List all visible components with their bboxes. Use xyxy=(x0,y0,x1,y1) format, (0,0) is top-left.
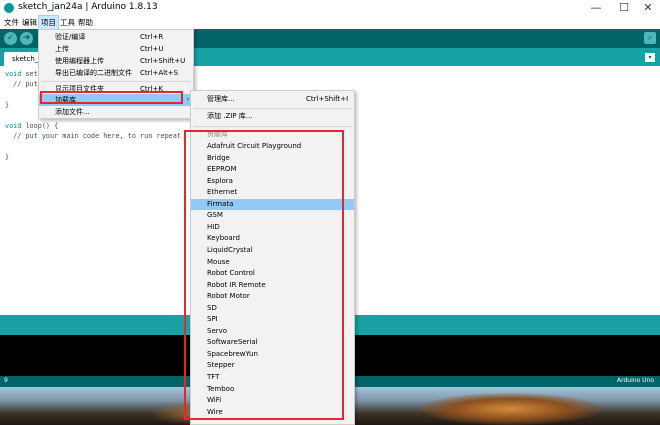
annotation-highlight-include-library xyxy=(40,91,183,104)
board-name: Arduino Uno xyxy=(617,377,654,384)
menu-file[interactable]: 文件 xyxy=(2,16,21,29)
menu-item-verify[interactable]: 验证/编译 Ctrl+R xyxy=(39,31,193,43)
arduino-app-icon xyxy=(4,3,14,13)
menu-item-export-binary[interactable]: 导出已编译的二进制文件 Ctrl+Alt+S xyxy=(39,67,193,79)
close-button[interactable]: ✕ xyxy=(638,1,658,14)
serial-monitor-icon[interactable]: ⌕ xyxy=(644,32,656,44)
code-keyword: void xyxy=(5,70,22,78)
menu-bar: 文件 编辑 项目 工具 帮助 xyxy=(0,15,660,30)
menu-separator xyxy=(193,126,352,127)
annotation-highlight-library-list xyxy=(184,130,344,420)
menu-separator xyxy=(193,108,352,109)
line-number: 9 xyxy=(4,377,8,384)
menu-help[interactable]: 帮助 xyxy=(76,16,95,29)
code-text: loop() { xyxy=(21,122,59,130)
menu-item-add-zip[interactable]: 添加 .ZIP 库... xyxy=(191,111,354,123)
window-title: sketch_jan24a | Arduino 1.8.13 xyxy=(18,2,158,12)
menu-item-upload-programmer[interactable]: 使用编程器上传 Ctrl+Shift+U xyxy=(39,55,193,67)
menu-separator xyxy=(41,81,191,82)
maximize-button[interactable]: ☐ xyxy=(614,1,634,14)
code-line: } xyxy=(5,101,10,109)
minimize-button[interactable]: — xyxy=(586,1,606,14)
code-line: // put xyxy=(5,80,38,88)
menu-edit[interactable]: 编辑 xyxy=(20,16,39,29)
menu-item-upload[interactable]: 上传 Ctrl+U xyxy=(39,43,193,55)
upload-button[interactable]: ➜ xyxy=(20,32,33,45)
code-keyword: void xyxy=(5,122,22,130)
project-menu-dropdown: 验证/编译 Ctrl+R 上传 Ctrl+U 使用编程器上传 Ctrl+Shift+U… xyxy=(38,29,194,119)
code-line: void loop() { xyxy=(5,122,58,130)
code-line: void set xyxy=(5,70,38,78)
menu-project[interactable]: 项目 xyxy=(38,15,59,30)
submenu-arrow-icon: › xyxy=(186,96,189,103)
code-text: set xyxy=(21,70,38,78)
title-bar: sketch_jan24a | Arduino 1.8.13 — ☐ ✕ xyxy=(0,0,660,16)
menu-item-add-file[interactable]: 添加文件... xyxy=(39,106,193,118)
menu-item-manage-libraries[interactable]: 管理库... Ctrl+Shift+I xyxy=(191,94,354,106)
menu-tools[interactable]: 工具 xyxy=(58,16,77,29)
tab-menu-arrow-icon[interactable]: ▾ xyxy=(645,53,655,62)
code-line: // put your main code here, to run repea… xyxy=(5,132,181,140)
code-line: } xyxy=(5,153,10,161)
verify-button[interactable]: ✓ xyxy=(4,32,17,45)
